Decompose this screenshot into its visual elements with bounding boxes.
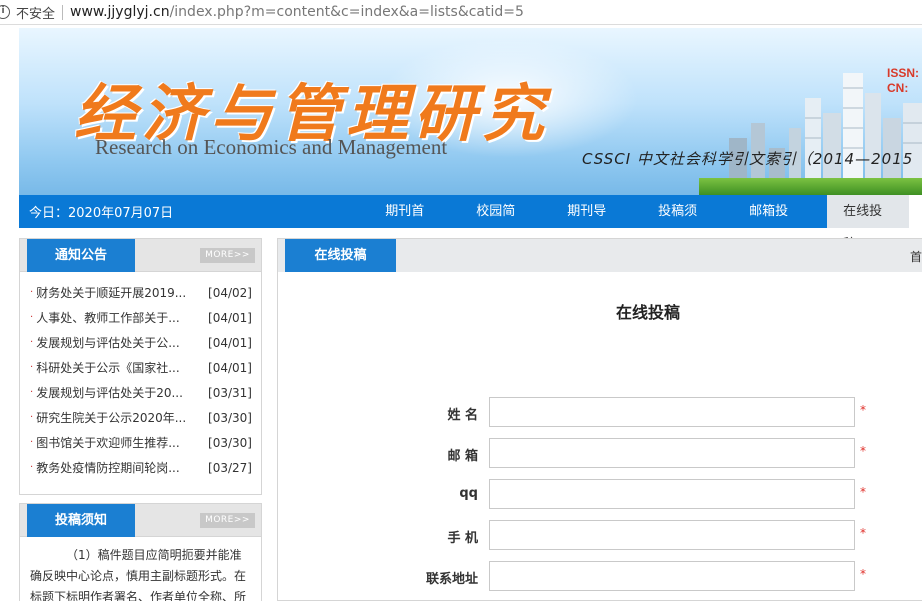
cn-label: CN: bbox=[887, 81, 909, 95]
nav-email-submission[interactable]: 邮箱投稿 bbox=[733, 195, 815, 252]
page-title: 在线投稿 bbox=[615, 303, 680, 322]
notices-header: 通知公告 MORE>> bbox=[20, 239, 261, 272]
list-item[interactable]: · 图书馆关于欢迎师生推荐... [03/30] bbox=[20, 430, 261, 455]
main-content: 在线投稿 首 在线投稿 姓 名 * 邮 箱 * qq * 手 机 * 联系地址 … bbox=[277, 238, 922, 601]
form-row-qq: qq * bbox=[278, 479, 922, 509]
list-item[interactable]: · 研究生院关于公示2020年... [03/30] bbox=[20, 405, 261, 430]
site-banner: 经济与管理研究 Research on Economics and Manage… bbox=[19, 28, 922, 195]
address-separator bbox=[62, 4, 64, 20]
notice-date: [03/30] bbox=[208, 435, 252, 450]
guide-text: （1）稿件题目应简明扼要并能准确反映中心论点，慎用主副标题形式。在标题下标明作者… bbox=[30, 548, 247, 601]
required-mark: * bbox=[860, 485, 866, 499]
notices-title: 通知公告 bbox=[27, 239, 135, 272]
cssci-index-text: CSSCI 中文社会科学引文索引（2014—2015 bbox=[582, 150, 914, 168]
notice-title[interactable]: 教务处疫情防控期间轮岗... bbox=[36, 459, 202, 476]
phone-label: 手 机 bbox=[447, 531, 478, 546]
bullet-icon: · bbox=[30, 437, 34, 448]
issn-cn-block: ISSN: CN: bbox=[887, 66, 919, 96]
qq-label: qq bbox=[459, 486, 478, 501]
breadcrumb[interactable]: 首 bbox=[910, 248, 922, 265]
today-date: 今日：2020年07月07日 bbox=[29, 206, 174, 221]
main-header: 在线投稿 首 bbox=[278, 239, 922, 272]
form-row-address: 联系地址 * bbox=[278, 561, 922, 591]
nav-online-submission[interactable]: 在线投稿 bbox=[827, 195, 910, 252]
bullet-icon: · bbox=[30, 462, 34, 473]
required-mark: * bbox=[860, 567, 866, 581]
notice-date: [03/27] bbox=[208, 460, 252, 475]
info-icon[interactable]: i bbox=[0, 5, 10, 19]
url-host: www.jjyglyj.cn bbox=[70, 4, 170, 20]
issn-label: ISSN: bbox=[887, 66, 920, 80]
notice-date: [03/31] bbox=[208, 385, 252, 400]
form-row-email: 邮 箱 * bbox=[278, 438, 922, 468]
nav-submission-notes[interactable]: 投稿须知 bbox=[642, 195, 724, 252]
notice-title[interactable]: 发展规划与评估处关于20... bbox=[36, 384, 202, 401]
list-item[interactable]: · 财务处关于顺延开展2019... [04/02] bbox=[20, 280, 261, 305]
bullet-icon: · bbox=[30, 287, 34, 298]
required-mark: * bbox=[860, 403, 866, 417]
notices-panel: 通知公告 MORE>> · 财务处关于顺延开展2019... [04/02] · 人事… bbox=[19, 238, 262, 495]
notices-more-button[interactable]: MORE>> bbox=[200, 248, 255, 263]
banner-grass bbox=[699, 178, 922, 195]
bullet-icon: · bbox=[30, 412, 34, 423]
email-input[interactable] bbox=[489, 438, 855, 468]
phone-input[interactable] bbox=[489, 520, 855, 550]
list-item[interactable]: · 发展规划与评估处关于公... [04/01] bbox=[20, 330, 261, 355]
required-mark: * bbox=[860, 526, 866, 540]
browser-address-bar[interactable]: i 不安全 www.jjyglyj.cn/index.php?m=content… bbox=[0, 0, 922, 25]
nav-journal-guide[interactable]: 期刊导读 bbox=[551, 195, 633, 252]
notice-date: [04/02] bbox=[208, 285, 252, 300]
notices-list: · 财务处关于顺延开展2019... [04/02] · 人事处、教师工作部关于...… bbox=[20, 272, 261, 480]
url-path: /index.php?m=content&c=index&a=lists&cat… bbox=[169, 4, 524, 20]
main-tab-title: 在线投稿 bbox=[285, 239, 396, 272]
bullet-icon: · bbox=[30, 337, 34, 348]
notice-title[interactable]: 图书馆关于欢迎师生推荐... bbox=[36, 434, 202, 451]
form-row-phone: 手 机 * bbox=[278, 520, 922, 550]
bullet-icon: · bbox=[30, 312, 34, 323]
bullet-icon: · bbox=[30, 362, 34, 373]
notice-title[interactable]: 发展规划与评估处关于公... bbox=[36, 334, 202, 351]
address-label: 联系地址 bbox=[425, 572, 478, 587]
name-input[interactable] bbox=[489, 397, 855, 427]
list-item[interactable]: · 人事处、教师工作部关于... [04/01] bbox=[20, 305, 261, 330]
notice-title[interactable]: 科研处关于公示《国家社... bbox=[36, 359, 202, 376]
url-text[interactable]: www.jjyglyj.cn/index.php?m=content&c=ind… bbox=[70, 4, 524, 20]
notice-date: [03/30] bbox=[208, 410, 252, 425]
guide-header: 投稿须知 MORE>> bbox=[20, 504, 261, 537]
qq-input[interactable] bbox=[489, 479, 855, 509]
notice-date: [04/01] bbox=[208, 310, 252, 325]
guide-panel: 投稿须知 MORE>> （1）稿件题目应简明扼要并能准确反映中心论点，慎用主副标… bbox=[19, 503, 262, 601]
notice-title[interactable]: 研究生院关于公示2020年... bbox=[36, 409, 202, 426]
journal-title-en: Research on Economics and Management bbox=[95, 135, 448, 159]
main-nav: 今日：2020年07月07日 期刊首页 校园简介 期刊导读 投稿须知 邮箱投稿 … bbox=[19, 195, 910, 252]
security-label[interactable]: 不安全 bbox=[16, 3, 55, 22]
required-mark: * bbox=[860, 444, 866, 458]
list-item[interactable]: · 发展规划与评估处关于20... [03/31] bbox=[20, 380, 261, 405]
list-item[interactable]: · 教务处疫情防控期间轮岗... [03/27] bbox=[20, 455, 261, 480]
notice-title[interactable]: 财务处关于顺延开展2019... bbox=[36, 284, 202, 301]
form-row-name: 姓 名 * bbox=[278, 397, 922, 427]
notice-date: [04/01] bbox=[208, 335, 252, 350]
guide-more-button[interactable]: MORE>> bbox=[200, 513, 255, 528]
address-input[interactable] bbox=[489, 561, 855, 591]
nav-journal-home[interactable]: 期刊首页 bbox=[369, 195, 451, 252]
notice-title[interactable]: 人事处、教师工作部关于... bbox=[36, 309, 202, 326]
guide-title: 投稿须知 bbox=[27, 504, 135, 537]
name-label: 姓 名 bbox=[447, 408, 478, 423]
nav-campus-intro[interactable]: 校园简介 bbox=[460, 195, 542, 252]
bullet-icon: · bbox=[30, 387, 34, 398]
notice-date: [04/01] bbox=[208, 360, 252, 375]
list-item[interactable]: · 科研处关于公示《国家社... [04/01] bbox=[20, 355, 261, 380]
email-label: 邮 箱 bbox=[447, 449, 478, 464]
